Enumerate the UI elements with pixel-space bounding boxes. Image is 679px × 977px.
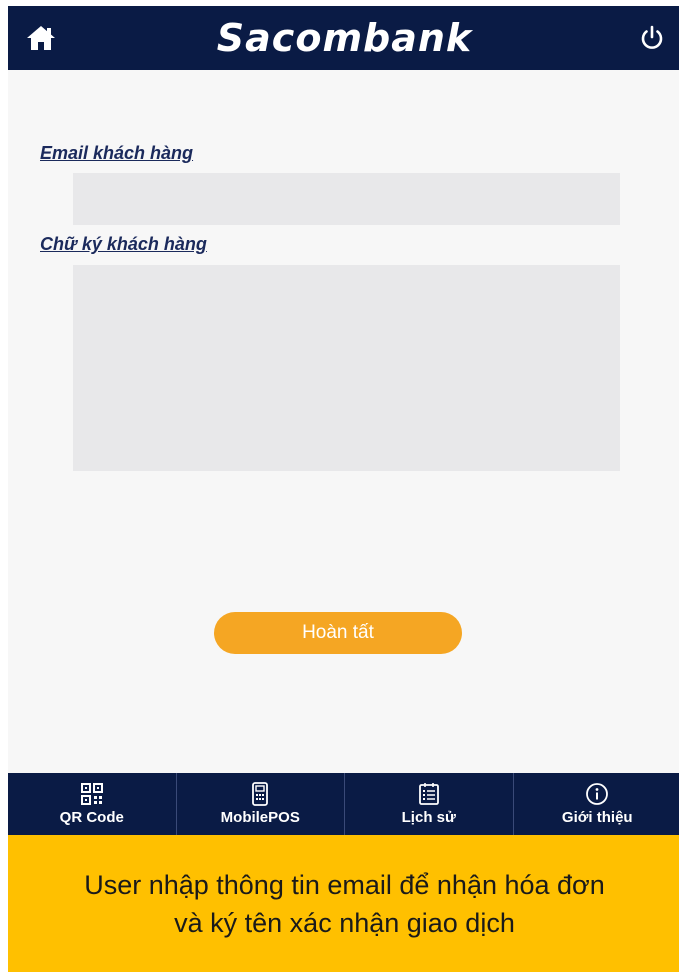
brand-title: Sacombank <box>216 16 473 60</box>
nav-item-about[interactable]: Giới thiệu <box>512 773 679 835</box>
nav-label-history: Lịch sử <box>401 809 456 826</box>
caption-banner: User nhập thông tin email để nhận hóa đơ… <box>8 835 679 972</box>
nav-label-qr-code: QR Code <box>59 809 124 826</box>
signature-label: Chữ ký khách hàng <box>40 234 207 254</box>
bottom-nav: QR Code MobilePOS Lịch sử Giới thiệu <box>8 773 679 835</box>
qr-code-icon <box>80 783 103 805</box>
pos-terminal-icon <box>252 782 269 806</box>
caption-line-2: và ký tên xác nhận giao dịch <box>174 907 515 938</box>
app-header: Sacombank <box>8 6 679 70</box>
app-screen: Sacombank Email khách hàng Chữ ký khách … <box>8 6 679 972</box>
nav-item-history[interactable]: Lịch sử <box>344 773 513 835</box>
email-label: Email khách hàng <box>40 143 194 163</box>
caption-line-1: User nhập thông tin email để nhận hóa đơ… <box>84 869 605 900</box>
email-input[interactable] <box>73 173 620 225</box>
complete-button[interactable]: Hoàn tất <box>214 612 462 654</box>
signature-pad[interactable] <box>73 265 620 471</box>
history-list-icon <box>418 783 439 805</box>
power-icon[interactable] <box>638 24 666 52</box>
nav-item-qr-code[interactable]: QR Code <box>8 773 176 835</box>
info-icon <box>586 783 609 805</box>
nav-label-mobilepos: MobilePOS <box>220 809 300 826</box>
nav-item-mobilepos[interactable]: MobilePOS <box>175 773 345 835</box>
nav-label-about: Giới thiệu <box>561 809 633 826</box>
caption-text: User nhập thông tin email để nhận hóa đơ… <box>84 866 605 942</box>
